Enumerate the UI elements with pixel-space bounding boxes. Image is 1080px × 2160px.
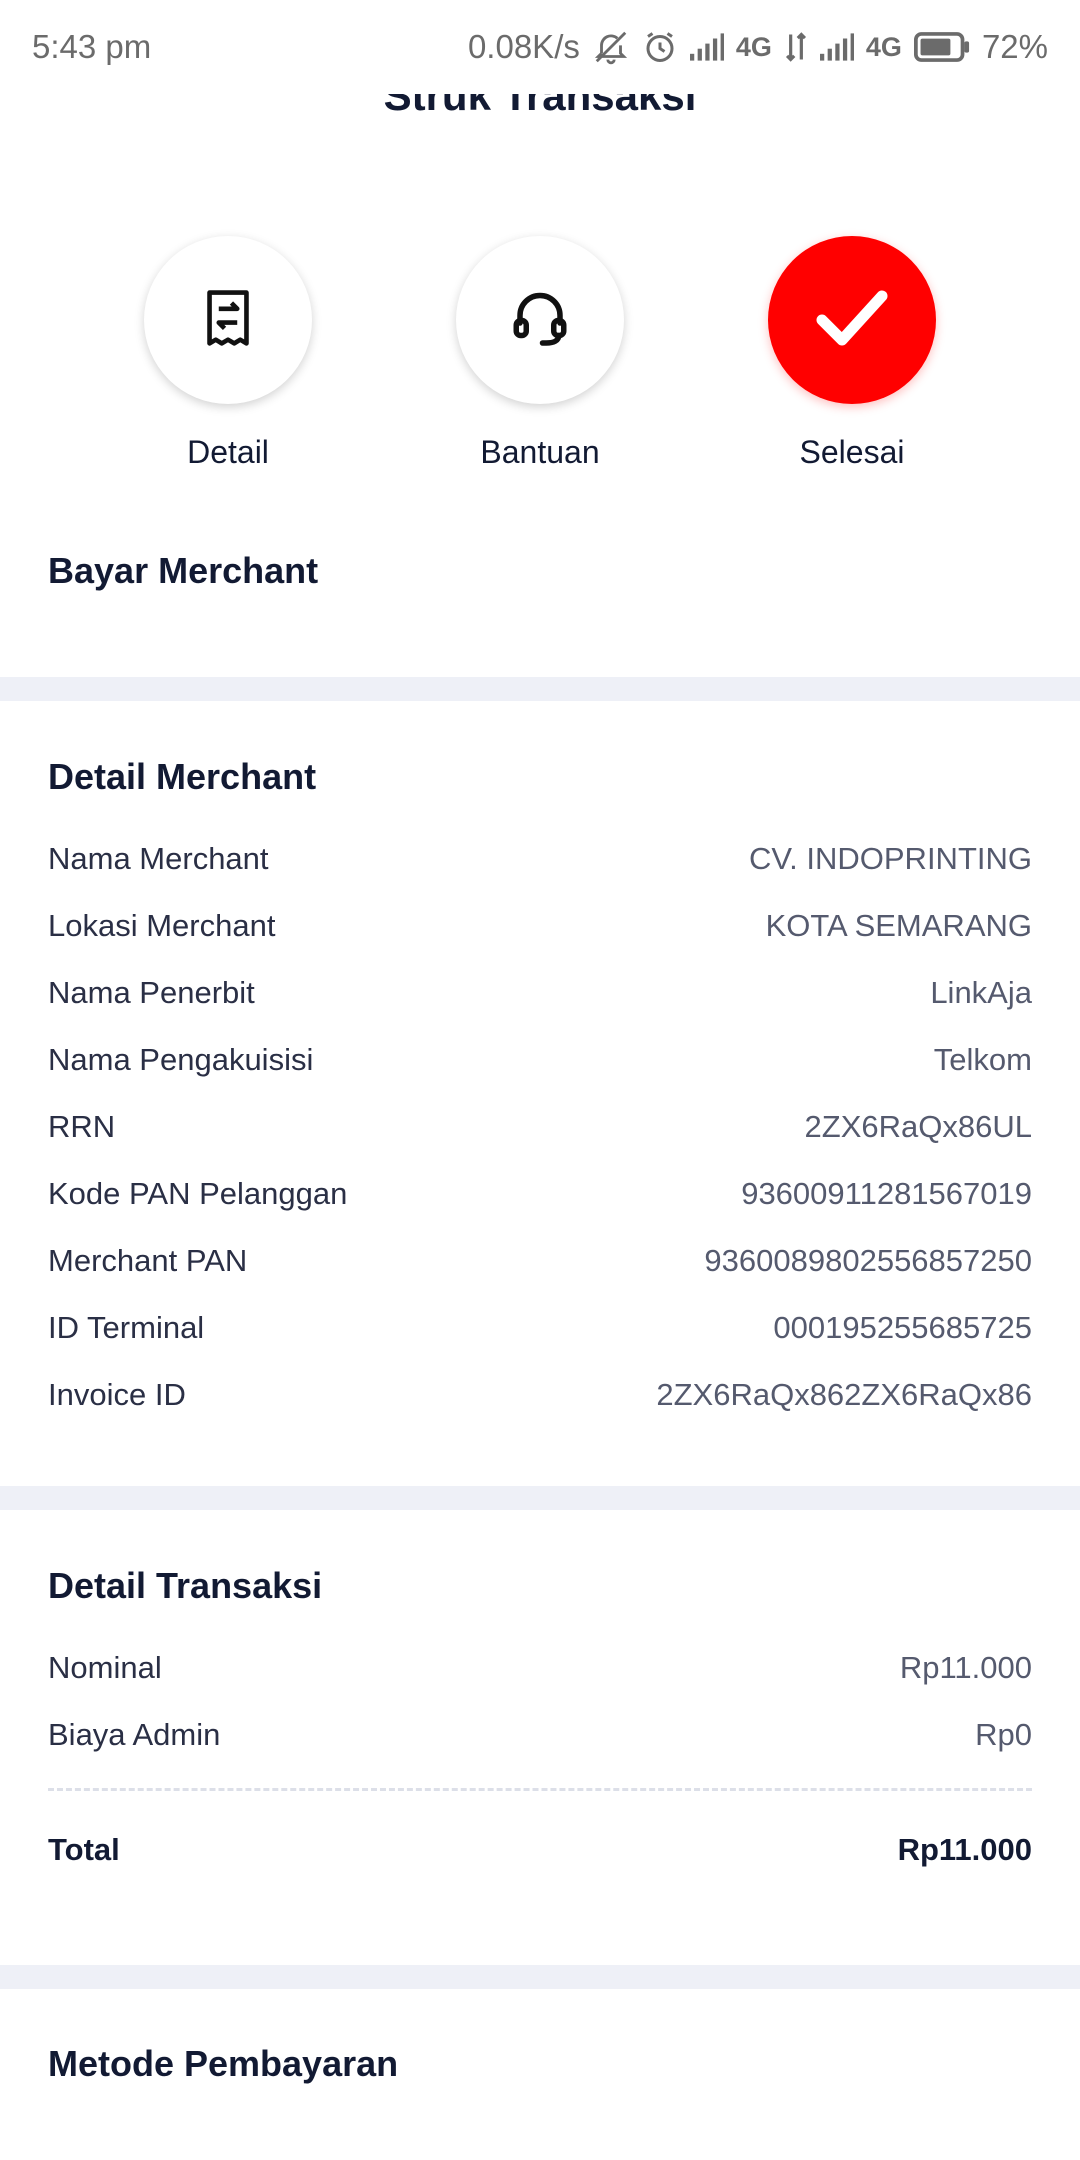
merchant-row-name: Nama Merchant CV. INDOPRINTING	[48, 834, 1032, 884]
section-divider	[0, 677, 1080, 701]
merchant-row-rrn: RRN 2ZX6RaQx86UL	[48, 1102, 1032, 1152]
page-title: Struk Transaksi	[383, 94, 697, 119]
merchant-row-merchant-pan: Merchant PAN 9360089802556857250	[48, 1236, 1032, 1286]
help-label: Bantuan	[480, 434, 600, 470]
row-value: 000195255685725	[773, 1310, 1032, 1345]
check-icon	[814, 288, 890, 353]
finish-label: Selesai	[799, 434, 905, 470]
row-value: 2ZX6RaQx86UL	[804, 1109, 1032, 1144]
detail-label: Detail	[187, 434, 269, 470]
help-button[interactable]: Bantuan	[430, 236, 650, 471]
total-label: Total	[48, 1832, 120, 1867]
receipt-icon	[200, 288, 256, 353]
section-divider	[0, 1486, 1080, 1510]
transaction-row-nominal: Nominal Rp11.000	[48, 1643, 1032, 1693]
mute-icon	[592, 28, 630, 66]
total-value: Rp11.000	[897, 1832, 1032, 1867]
row-value: LinkAja	[930, 975, 1032, 1010]
row-key: Invoice ID	[48, 1377, 186, 1412]
net-speed: 0.08K/s	[467, 28, 580, 65]
row-value: Rp0	[975, 1717, 1032, 1752]
merchant-row-issuer: Nama Penerbit LinkAja	[48, 968, 1032, 1018]
transaction-section-title: Detail Transaksi	[48, 1565, 323, 1606]
detail-button[interactable]: Detail	[118, 236, 338, 471]
data-arrows-icon	[784, 31, 808, 63]
row-key: Lokasi Merchant	[48, 908, 276, 943]
merchant-row-terminal: ID Terminal 000195255685725	[48, 1303, 1032, 1353]
row-value: Telkom	[933, 1042, 1032, 1077]
transaction-row-admin-fee: Biaya Admin Rp0	[48, 1710, 1032, 1760]
row-value: 2ZX6RaQx862ZX6RaQx86	[656, 1377, 1032, 1412]
detail-button-circle[interactable]	[144, 236, 312, 404]
signal-icon-1	[689, 32, 724, 62]
signal-icon-2	[819, 32, 854, 62]
row-value: Rp11.000	[899, 1650, 1032, 1685]
merchant-section-title: Detail Merchant	[48, 756, 317, 797]
network-type-1: 4G	[735, 31, 772, 62]
headset-icon	[509, 288, 571, 353]
row-key: Nama Merchant	[48, 841, 269, 876]
row-key: Merchant PAN	[48, 1243, 248, 1278]
row-value: KOTA SEMARANG	[765, 908, 1032, 943]
help-button-circle[interactable]	[456, 236, 624, 404]
row-value: 9360089802556857250	[704, 1243, 1032, 1278]
battery-percent: 72%	[981, 28, 1048, 65]
alarm-icon	[642, 29, 678, 65]
transaction-row-total: Total Rp11.000	[48, 1825, 1032, 1875]
status-time: 5:43 pm	[32, 28, 152, 65]
network-type-2: 4G	[865, 31, 902, 62]
finish-button-circle[interactable]	[768, 236, 936, 404]
row-key: Nominal	[48, 1650, 162, 1685]
merchant-row-acquirer: Nama Pengakuisisi Telkom	[48, 1035, 1032, 1085]
row-key: ID Terminal	[48, 1310, 205, 1345]
transaction-type-title: Bayar Merchant	[48, 550, 319, 591]
row-key: RRN	[48, 1109, 116, 1144]
merchant-row-location: Lokasi Merchant KOTA SEMARANG	[48, 901, 1032, 951]
row-key: Kode PAN Pelanggan	[48, 1176, 348, 1211]
finish-button[interactable]: Selesai	[742, 236, 962, 471]
section-divider	[0, 1965, 1080, 1989]
row-key: Nama Penerbit	[48, 975, 255, 1010]
status-bar: 5:43 pm 0.08K/s 4G 4G 72%	[0, 0, 1080, 94]
action-row: Detail Bantuan Selesai	[0, 236, 1080, 476]
row-key: Biaya Admin	[48, 1717, 221, 1752]
row-value: CV. INDOPRINTING	[748, 841, 1032, 876]
merchant-row-invoice: Invoice ID 2ZX6RaQx862ZX6RaQx86	[48, 1370, 1032, 1420]
merchant-row-customer-pan: Kode PAN Pelanggan 93600911281567019	[48, 1169, 1032, 1219]
row-key: Nama Pengakuisisi	[48, 1042, 314, 1077]
battery-icon	[913, 32, 970, 62]
status-icons: 0.08K/s 4G 4G 72%	[468, 28, 1048, 66]
dashed-separator	[48, 1788, 1032, 1791]
payment-section-title: Metode Pembayaran	[48, 2043, 399, 2084]
row-value: 93600911281567019	[741, 1176, 1032, 1211]
page-header: Struk Transaksi	[0, 94, 1080, 158]
